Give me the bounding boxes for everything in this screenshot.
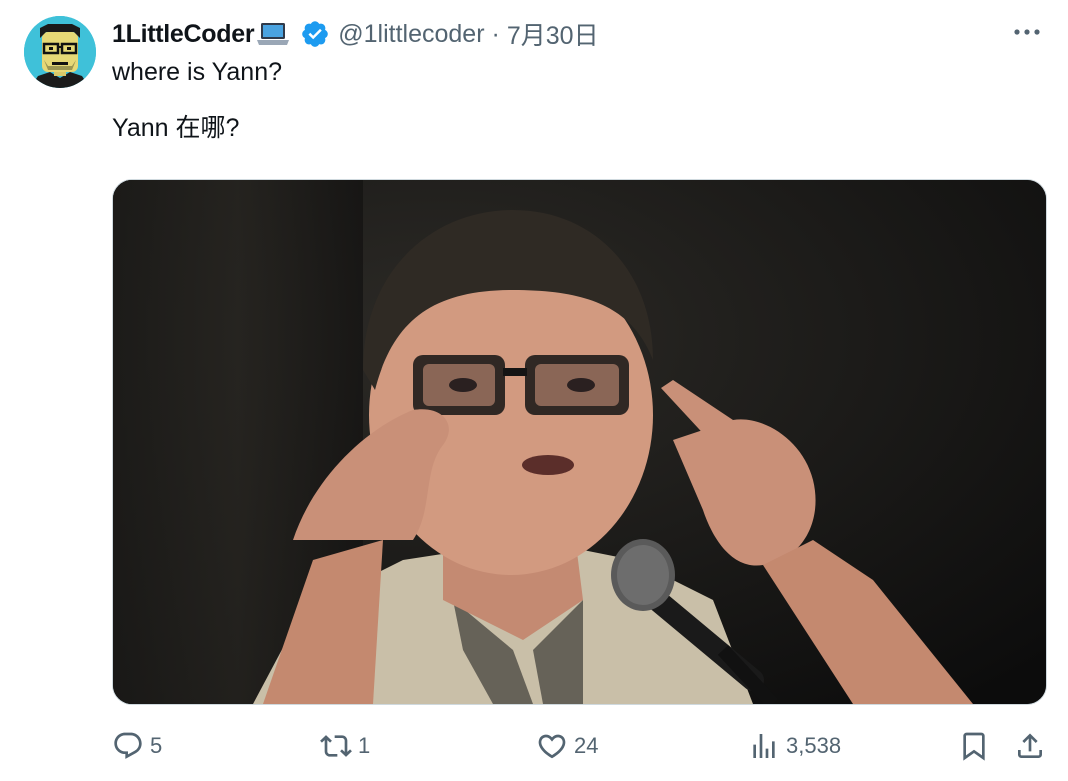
tweet-media-photo[interactable] bbox=[112, 179, 1047, 705]
user-handle[interactable]: @1littlecoder bbox=[338, 20, 484, 49]
views-count: 3,538 bbox=[786, 733, 842, 758]
retweet-button[interactable]: 1 bbox=[320, 724, 370, 768]
more-options-icon[interactable] bbox=[1012, 22, 1042, 42]
retweet-icon bbox=[320, 735, 352, 757]
reply-button[interactable]: 5 bbox=[112, 724, 162, 768]
like-button[interactable]: 24 bbox=[536, 724, 598, 768]
separator-dot: · bbox=[491, 19, 500, 48]
verified-badge-icon[interactable] bbox=[300, 19, 330, 49]
avatar[interactable] bbox=[24, 16, 96, 88]
heart-icon bbox=[538, 734, 566, 759]
tweet-header: 1LittleCoder @1littlecoder · 7月30日 bbox=[112, 16, 599, 52]
tweet-text-line-2: Yann 在哪? bbox=[112, 114, 240, 142]
tweet[interactable]: 1LittleCoder @1littlecoder · 7月30日 where… bbox=[0, 0, 1068, 781]
like-count: 24 bbox=[574, 733, 599, 758]
display-name[interactable]: 1LittleCoder bbox=[112, 20, 255, 49]
avatar-image bbox=[24, 16, 96, 88]
bookmark-icon bbox=[963, 732, 985, 761]
tweet-date[interactable]: 7月30日 bbox=[507, 16, 599, 52]
views-icon bbox=[753, 734, 775, 758]
reply-icon bbox=[114, 732, 142, 759]
share-button[interactable] bbox=[1014, 724, 1046, 768]
retweet-count: 1 bbox=[358, 733, 371, 758]
tweet-text-line-1: where is Yann? bbox=[112, 58, 283, 86]
reply-count: 5 bbox=[150, 733, 163, 758]
action-bar: 5 1 24 3,538 bbox=[0, 724, 1068, 768]
laptop-icon bbox=[256, 21, 290, 47]
views-button[interactable]: 3,538 bbox=[748, 724, 841, 768]
share-icon bbox=[1018, 733, 1042, 758]
bookmark-button[interactable] bbox=[958, 724, 990, 768]
photo-illustration bbox=[113, 180, 1046, 704]
